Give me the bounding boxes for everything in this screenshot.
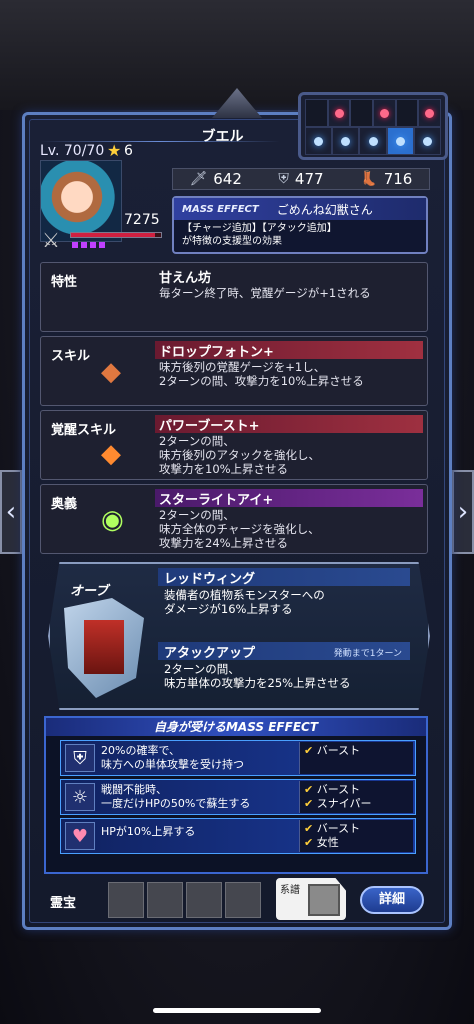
tokusei-box: 特性 甘えん坊 毎ターン終了時、覚醒ゲージが+1される xyxy=(40,262,428,332)
star-count: 6 xyxy=(124,143,133,159)
boot-icon: 👢 xyxy=(360,171,378,187)
row-1-line-1: 20%の確率で、 xyxy=(101,744,181,757)
weapon-icon: ⚔ xyxy=(42,228,60,252)
name-divider xyxy=(40,141,280,142)
awakening-desc-3: 攻撃力を10%上昇させる xyxy=(159,462,289,476)
self-mass-effect-header: 自身が受けるMASS EFFECT xyxy=(46,718,426,736)
ougi-box[interactable]: 奥義 ◉ スターライトアイ+ 2ターンの間、 味方全体のチャージを強化し、 攻撃力を… xyxy=(40,484,428,554)
tokusei-title: 甘えん坊 xyxy=(159,271,212,286)
skill-title: ドロップフォトン+ xyxy=(155,341,423,360)
unit-name: ブエル xyxy=(201,129,244,145)
reiho-slot[interactable] xyxy=(147,882,183,918)
skill-desc-1: 味方後列の覚醒ゲージを+1し、 xyxy=(159,360,326,374)
reiho-label: 霊宝 xyxy=(50,896,77,911)
next-arrow-button[interactable]: › xyxy=(452,470,474,554)
row-2-line-2: 一度だけHPの50%で蘇生する xyxy=(101,797,251,810)
mass-effect-tag: MASS EFFECT xyxy=(182,203,259,215)
keifu-label: 系譜 xyxy=(280,885,300,896)
mass-effect-desc-1: 【チャージ追加】【アタック追加】 xyxy=(182,223,337,234)
skill-box[interactable]: スキル ◆ ドロップフォトン+ 味方後列の覚醒ゲージを+1し、 2ターンの間、攻撃… xyxy=(40,336,428,406)
orb-countdown: 発動まで1ターン xyxy=(333,649,402,659)
reiho-slot[interactable] xyxy=(186,882,222,918)
sword-icon: 🗡 xyxy=(189,171,208,187)
ougi-title: スターライトアイ+ xyxy=(155,489,423,508)
halo-icon: ☼ xyxy=(65,783,95,811)
row-2-tag-1: バースト xyxy=(304,783,409,797)
tokusei-label: 特性 xyxy=(51,275,78,290)
orb-box[interactable]: オーブ レッドウィング 装備者の植物系モンスターへの ダメージが16%上昇する ア… xyxy=(48,562,430,710)
orb-title-1: レッドウィング xyxy=(158,568,410,587)
orb-label: オーブ xyxy=(70,584,109,599)
orb-desc-2a: 2ターンの間、 xyxy=(164,662,240,676)
star-icon: ★ xyxy=(107,141,122,160)
unit-hp: 7275 xyxy=(124,212,160,228)
home-indicator[interactable] xyxy=(153,1008,321,1013)
ougi-desc-1: 2ターンの間、 xyxy=(159,508,235,522)
shield-icon: ⛨ xyxy=(278,171,289,187)
speed-value: 716 xyxy=(383,170,413,188)
heart-icon: ♥ xyxy=(65,822,95,850)
awakening-desc-1: 2ターンの間、 xyxy=(159,434,235,448)
ougi-eye-icon: ◉ xyxy=(101,505,124,535)
awakening-box[interactable]: 覚醒スキル ◆ パワーブースト+ 2ターンの間、 味方後列のアタックを強化し、 攻撃… xyxy=(40,410,428,480)
row-1-line-2: 味方への単体攻撃を受け持つ xyxy=(101,758,244,771)
sp-gauge xyxy=(72,242,106,248)
row-2-tag-2: スナイパー xyxy=(304,797,409,811)
orb-desc-1b: ダメージが16%上昇する xyxy=(164,602,293,616)
awakening-title: パワーブースト+ xyxy=(155,415,423,434)
ougi-desc-3: 攻撃力を24%上昇させる xyxy=(159,536,289,550)
skill-label: スキル xyxy=(51,349,91,364)
ougi-desc-2: 味方全体のチャージを強化し、 xyxy=(159,522,320,536)
stats-bar: 🗡 642 ⛨ 477 👢 716 xyxy=(172,168,430,190)
defense-value: 477 xyxy=(294,170,324,188)
prev-arrow-button[interactable]: ‹ xyxy=(0,470,22,554)
attack-value: 642 xyxy=(213,170,242,188)
awakening-gem-icon: ◆ xyxy=(101,439,121,469)
skill-desc-2: 2ターンの間、攻撃力を10%上昇させる xyxy=(159,374,364,388)
awakening-label: 覚醒スキル xyxy=(51,423,117,438)
skill-gem-icon: ◆ xyxy=(101,357,121,387)
mass-effect-box: MASS EFFECT ごめんね幻獣さん 【チャージ追加】【アタック追加】 が特徴の… xyxy=(172,196,428,254)
self-mass-effect-panel: 自身が受けるMASS EFFECT ⛨ 20%の確率で、 味方への単体攻撃を受け持… xyxy=(44,716,428,874)
row-1-tag-1: バースト xyxy=(304,744,409,758)
mass-effect-name: ごめんね幻獣さん xyxy=(276,202,373,217)
mass-effect-row[interactable]: ♥ HPが10%上昇する バースト女性 xyxy=(60,818,416,854)
row-3-line-1: HPが10%上昇する xyxy=(101,825,196,838)
row-3-tag-1: バースト xyxy=(304,822,409,836)
mass-effect-row[interactable]: ☼ 戦闘不能時、一度だけHPの50%で蘇生する バーストスナイパー xyxy=(60,779,416,815)
orb-desc-1a: 装備者の植物系モンスターへの xyxy=(164,588,325,602)
reiho-slot[interactable] xyxy=(108,882,144,918)
mass-effect-row[interactable]: ⛨ 20%の確率で、味方への単体攻撃を受け持つ バースト xyxy=(60,740,416,776)
ougi-label: 奥義 xyxy=(51,497,78,512)
keifu-card[interactable]: 系譜 xyxy=(276,878,346,920)
unit-level: Lv. 70/70 xyxy=(40,143,105,159)
shield-icon: ⛨ xyxy=(65,744,95,772)
reiho-slot[interactable] xyxy=(225,882,261,918)
tokusei-desc: 毎ターン終了時、覚醒ゲージが+1される xyxy=(159,286,371,300)
orb-desc-2b: 味方単体の攻撃力を25%上昇させる xyxy=(164,676,351,690)
hp-bar xyxy=(70,232,162,238)
orb-shield-icon xyxy=(64,598,144,698)
detail-button[interactable]: 詳細 xyxy=(360,886,424,914)
row-3-tag-2: 女性 xyxy=(304,836,409,850)
row-2-line-1: 戦闘不能時、 xyxy=(101,783,167,796)
mass-effect-desc-2: が特徴の支援型の効果 xyxy=(182,236,282,247)
party-slot-indicator xyxy=(298,92,448,160)
awakening-desc-2: 味方後列のアタックを強化し、 xyxy=(159,448,320,462)
